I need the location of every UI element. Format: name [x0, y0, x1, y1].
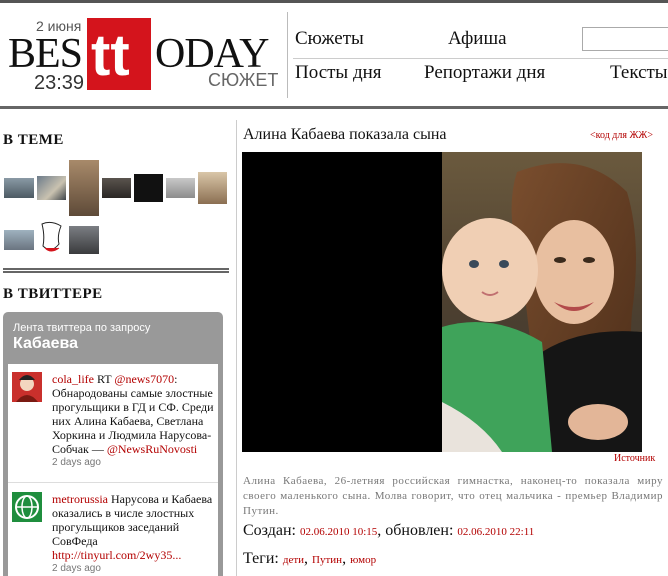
nav-divider — [293, 58, 668, 59]
related-thumb-drawing[interactable] — [37, 220, 66, 258]
tweet-text: RT — [93, 372, 115, 386]
related-thumb[interactable] — [4, 230, 34, 250]
nav-item-syuzhety[interactable]: Сюжеты — [295, 28, 364, 50]
related-thumb[interactable] — [102, 178, 131, 198]
related-thumb[interactable] — [37, 176, 66, 200]
tag-link[interactable]: Путин — [312, 554, 342, 566]
twitter-feed-label: Лента твиттера по запросу — [13, 322, 151, 334]
tweet-url-link[interactable]: http://tinyurl.com/2wy35... — [52, 548, 181, 562]
tweet-list: cola_life RT @news7070: Обнародованы сам… — [8, 364, 218, 576]
header-time: 23:39 — [34, 72, 85, 94]
photo-source-link[interactable]: Источник — [614, 453, 655, 464]
twitter-query: Кабаева — [13, 335, 79, 352]
tweet-timestamp[interactable]: 2 days ago — [52, 456, 214, 470]
created-label: Создан: — [243, 522, 300, 539]
related-thumb[interactable] — [134, 174, 163, 202]
article-dates: Создан: 02.06.2010 10:15, обновлен: 02.0… — [243, 522, 534, 540]
face-drawing-icon — [41, 221, 62, 252]
tweet-user-link[interactable]: cola_life — [52, 372, 94, 386]
avatar[interactable] — [12, 372, 42, 402]
article-photo[interactable] — [242, 152, 642, 452]
tag-link[interactable]: юмор — [350, 554, 376, 566]
related-thumb[interactable] — [166, 178, 195, 198]
related-thumb[interactable] — [69, 160, 99, 216]
created-value: 02.06.2010 10:15 — [299, 526, 378, 538]
column-divider — [236, 120, 237, 576]
related-thumb[interactable] — [4, 178, 34, 198]
tweet-user-link[interactable]: metrorussia — [52, 492, 108, 506]
avatar-icon — [16, 375, 38, 402]
nav-item-reportazhi-dnya[interactable]: Репортажи дня — [424, 62, 545, 84]
nav-item-afisha[interactable]: Афиша — [448, 28, 507, 50]
nav-item-teksty[interactable]: Тексты — [610, 62, 668, 84]
related-thumb[interactable] — [198, 172, 227, 204]
sidebar-divider — [3, 268, 229, 273]
embed-code-link[interactable]: <код для ЖЖ> — [590, 130, 653, 141]
avatar[interactable] — [12, 492, 42, 522]
article-tags: Теги: дети, Путин, юмор — [243, 550, 377, 567]
twitter-heading: В ТВИТТЕРЕ — [3, 286, 103, 302]
tweet-divider — [8, 482, 218, 483]
logo-text-left: BES — [8, 31, 83, 77]
logo-tt-letters: tt — [91, 23, 130, 88]
theme-heading: В ТЕМЕ — [3, 132, 64, 148]
tags-label: Теги: — [243, 550, 283, 567]
tweet-timestamp[interactable]: 2 days ago — [52, 562, 214, 576]
article-title: Алина Кабаева показала сына — [243, 126, 447, 143]
article-caption: Алина Кабаева, 26-летняя российская гимн… — [243, 475, 663, 517]
search-input[interactable] — [582, 27, 668, 51]
section-label: СЮЖЕТ — [208, 70, 279, 90]
tweet-mention-link[interactable]: @NewsRuNovosti — [107, 442, 197, 456]
nav-item-posty-dnya[interactable]: Посты дня — [295, 62, 382, 84]
tweet-mention-link[interactable]: @news7070 — [114, 372, 174, 386]
globe-icon — [15, 495, 39, 519]
header-divider — [287, 12, 288, 98]
top-border — [0, 0, 668, 3]
related-thumb[interactable] — [69, 226, 99, 254]
photo-image — [442, 152, 642, 452]
updated-value: 02.06.2010 22:11 — [457, 526, 535, 538]
tag-link[interactable]: дети — [283, 554, 304, 566]
updated-label: , обновлен: — [377, 522, 458, 539]
site-logo[interactable]: 2 июня BES tt ODAY 23:39 СЮЖЕТ — [8, 18, 286, 94]
logo-tt-mark: tt — [87, 18, 151, 90]
twitter-widget: Лента твиттера по запросу Кабаева cola_l… — [3, 312, 223, 576]
header-bottom-bar — [0, 106, 668, 109]
